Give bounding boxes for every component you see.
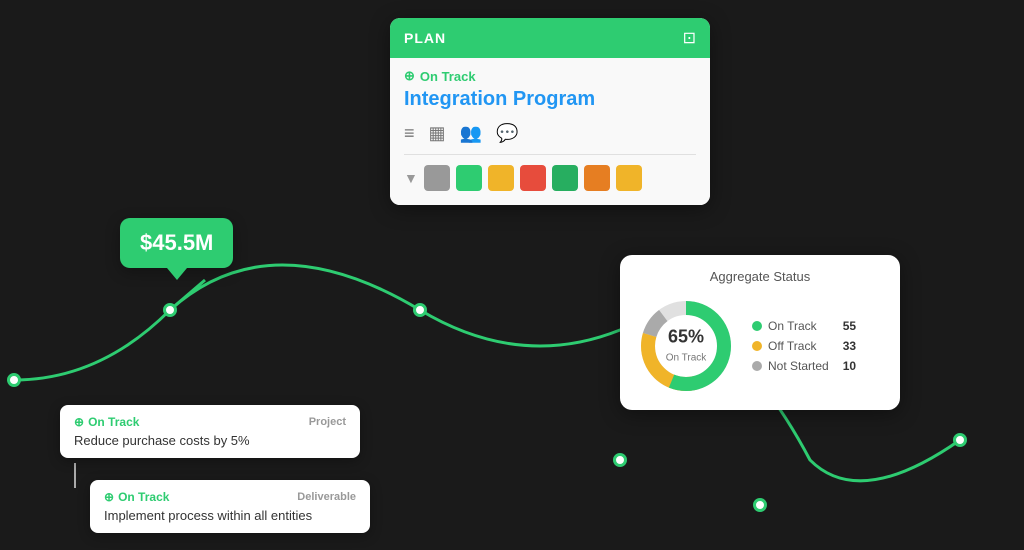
color-swatch-red[interactable] bbox=[520, 165, 546, 191]
plan-card: PLAN ⊡ ⊕ On Track Integration Program ≡ … bbox=[390, 18, 710, 205]
deliverable-description: Implement process within all entities bbox=[104, 508, 356, 523]
project-description: Reduce purchase costs by 5% bbox=[74, 433, 346, 448]
color-swatch-grey[interactable] bbox=[424, 165, 450, 191]
node-far-right bbox=[953, 433, 967, 447]
plan-on-track-status: ⊕ On Track bbox=[404, 68, 696, 84]
project-card-top: ⊕ On Track Project bbox=[74, 415, 346, 429]
project-card: ⊕ On Track Project Reduce purchase costs… bbox=[60, 405, 360, 458]
team-icon[interactable]: 👥 bbox=[460, 123, 482, 144]
on-track-dot bbox=[752, 321, 762, 331]
expand-arrow-icon[interactable]: ▼ bbox=[404, 170, 418, 186]
deliverable-on-track-icon: ⊕ bbox=[104, 490, 114, 504]
legend-on-track: On Track 55 bbox=[752, 319, 856, 333]
legend-on-track-count: 55 bbox=[835, 319, 856, 333]
donut-chart: 65% On Track bbox=[636, 296, 736, 396]
deliverable-type-label: Deliverable bbox=[297, 491, 356, 503]
on-track-label: On Track bbox=[420, 69, 476, 84]
node-left bbox=[163, 303, 177, 317]
plan-color-row: ▼ bbox=[404, 165, 696, 191]
aggregate-status-card: Aggregate Status 65% On Track On bbox=[620, 255, 900, 410]
plan-title: Integration Program bbox=[404, 88, 696, 111]
project-on-track-label: On Track bbox=[88, 415, 139, 429]
legend-not-started-label: Not Started bbox=[768, 359, 829, 373]
deliverable-card: ⊕ On Track Deliverable Implement process… bbox=[90, 480, 370, 533]
deliverable-card-top: ⊕ On Track Deliverable bbox=[104, 490, 356, 504]
color-swatch-dark-green[interactable] bbox=[552, 165, 578, 191]
plan-card-body: ⊕ On Track Integration Program ≡ ▦ 👥 💬 ▼ bbox=[390, 58, 710, 205]
donut-label: On Track bbox=[666, 353, 707, 364]
project-on-track-status: ⊕ On Track bbox=[74, 415, 139, 429]
on-track-circle-icon: ⊕ bbox=[404, 68, 415, 84]
node-right bbox=[753, 498, 767, 512]
off-track-dot bbox=[752, 341, 762, 351]
edit-icon[interactable]: ⊡ bbox=[683, 28, 696, 48]
color-swatch-amber[interactable] bbox=[616, 165, 642, 191]
bubble-value: $45.5M bbox=[140, 230, 213, 255]
project-on-track-icon: ⊕ bbox=[74, 415, 84, 429]
color-swatch-green[interactable] bbox=[456, 165, 482, 191]
color-swatch-yellow[interactable] bbox=[488, 165, 514, 191]
legend-off-track-label: Off Track bbox=[768, 339, 816, 353]
deliverable-on-track-label: On Track bbox=[118, 490, 169, 504]
plan-label: PLAN bbox=[404, 30, 446, 46]
plan-icon-row: ≡ ▦ 👥 💬 bbox=[404, 123, 696, 155]
legend-on-track-label: On Track bbox=[768, 319, 817, 333]
color-swatch-orange[interactable] bbox=[584, 165, 610, 191]
aggregate-legend: On Track 55 Off Track 33 Not Started 10 bbox=[752, 319, 856, 373]
legend-not-started: Not Started 10 bbox=[752, 359, 856, 373]
list-icon[interactable]: ≡ bbox=[404, 123, 415, 144]
node-center bbox=[413, 303, 427, 317]
aggregate-title: Aggregate Status bbox=[636, 269, 884, 284]
legend-off-track: Off Track 33 bbox=[752, 339, 856, 353]
donut-center: 65% On Track bbox=[666, 327, 707, 366]
aggregate-content: 65% On Track On Track 55 Off Track 33 No… bbox=[636, 296, 884, 396]
plan-card-header: PLAN ⊡ bbox=[390, 18, 710, 58]
project-type-label: Project bbox=[309, 416, 346, 428]
not-started-dot bbox=[752, 361, 762, 371]
donut-percentage: 65% bbox=[666, 327, 707, 348]
node-far-left bbox=[7, 373, 21, 387]
value-bubble: $45.5M bbox=[120, 218, 233, 268]
node-right-center bbox=[613, 453, 627, 467]
legend-not-started-count: 10 bbox=[835, 359, 856, 373]
legend-off-track-count: 33 bbox=[835, 339, 856, 353]
calendar-icon[interactable]: ▦ bbox=[429, 123, 446, 144]
chat-icon[interactable]: 💬 bbox=[496, 123, 518, 144]
deliverable-on-track-status: ⊕ On Track bbox=[104, 490, 169, 504]
